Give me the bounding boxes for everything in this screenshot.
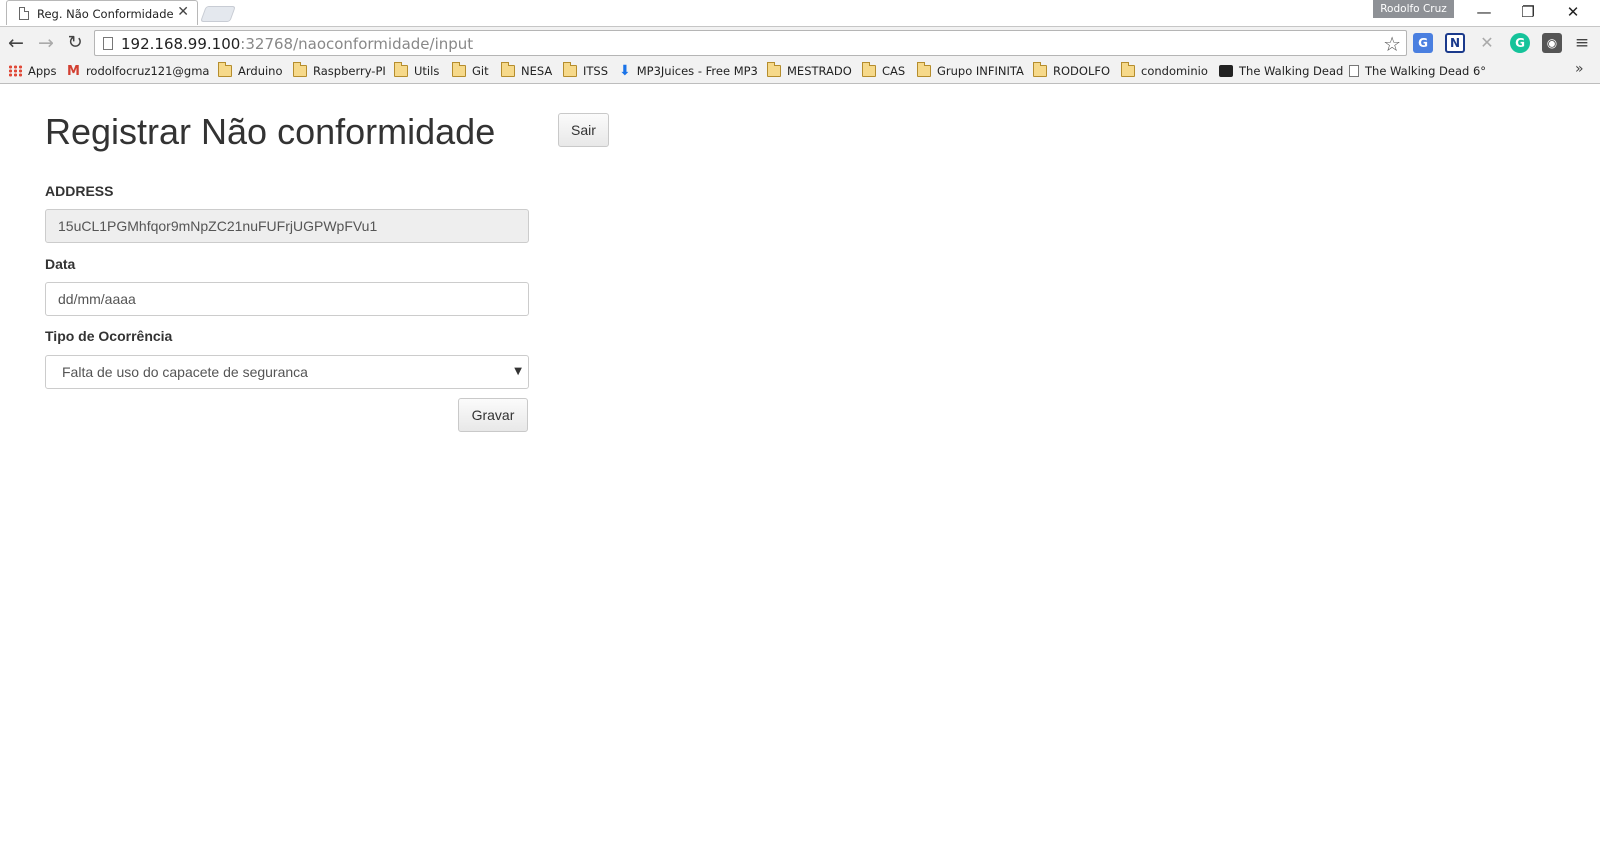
bookmark-gmail[interactable]: Mrodolfocruz121@gma (67, 63, 209, 79)
bookmark-label: Arduino (238, 64, 283, 78)
bookmark-apps[interactable]: Apps (8, 63, 56, 79)
hamburger-menu-icon[interactable]: ≡ (1572, 33, 1592, 53)
bookmark-condominio[interactable]: condominio (1121, 62, 1208, 79)
folder-icon (862, 62, 876, 77)
bookmark-label: Apps (28, 64, 57, 78)
star-icon[interactable]: ☆ (1383, 32, 1401, 56)
browser-titlebar: Reg. Não Conformidade ✕ Rodolfo Cruz — ❐… (0, 0, 1600, 26)
x-extension-icon[interactable]: ✕ (1477, 33, 1497, 53)
tipo-ocorrencia-label: Tipo de Ocorrência (45, 328, 173, 344)
browser-toolbar: ← → ↻ 192.168.99.100:32768/naoconformida… (0, 26, 1600, 58)
bookmark-mp3juices[interactable]: ⬇ MP3Juices - Free MP3 (619, 63, 758, 79)
url-host: 192.168.99.100 (121, 35, 241, 53)
bookmark-label: NESA (521, 64, 553, 78)
bookmark-label: RODOLFO (1053, 64, 1111, 78)
page-title: Registrar Não conformidade (45, 111, 496, 152)
bookmark-arduino[interactable]: Arduino (218, 62, 283, 79)
page-icon (19, 7, 29, 20)
bookmark-raspberry[interactable]: Raspberry-PI (293, 62, 386, 79)
data-field[interactable]: dd/mm/aaaa (45, 282, 529, 316)
data-label: Data (45, 256, 76, 272)
page-icon (103, 37, 113, 50)
gmail-icon: M (67, 63, 80, 79)
restore-button[interactable]: ❐ (1508, 2, 1548, 22)
address-label: ADDRESS (45, 183, 114, 199)
page-content: Registrar Não conformidade Sair ADDRESS … (0, 84, 1600, 860)
address-field[interactable]: 15uCL1PGMhfqor9mNpZC21nuFUFrjUGPWpFVu1 (45, 209, 529, 243)
bookmark-label: CAS (882, 64, 906, 78)
folder-icon (1121, 62, 1135, 77)
minimize-button[interactable]: — (1464, 2, 1504, 22)
heart-icon (1219, 65, 1233, 77)
folder-icon (293, 62, 307, 77)
bookmark-label: MP3Juices - Free MP3 (636, 64, 758, 78)
url-text[interactable]: 192.168.99.100:32768/naoconformidade/inp… (121, 35, 473, 53)
gravar-button[interactable]: Gravar (458, 398, 528, 432)
address-bar[interactable]: 192.168.99.100:32768/naoconformidade/inp… (94, 30, 1407, 56)
translate-extension-icon[interactable]: G (1413, 33, 1433, 53)
bookmark-label: condominio (1141, 64, 1208, 78)
browser-tab[interactable]: Reg. Não Conformidade ✕ (6, 0, 198, 25)
bookmark-grupo-infinita[interactable]: Grupo INFINITA (917, 62, 1024, 79)
bookmark-label: Raspberry-PI (313, 64, 386, 78)
grammarly-extension-icon[interactable]: G (1510, 33, 1530, 53)
bookmark-walking-dead-6[interactable]: The Walking Dead 6° (1349, 63, 1486, 79)
download-icon: ⬇ (619, 63, 631, 79)
bookmark-mestrado[interactable]: MESTRADO (767, 62, 852, 79)
bookmark-label: ITSS (583, 64, 609, 78)
bookmark-git[interactable]: Git (452, 62, 489, 79)
folder-icon (563, 62, 577, 77)
bookmark-itss[interactable]: ITSS (563, 62, 609, 79)
bookmark-label: Grupo INFINITA (937, 64, 1024, 78)
url-path: :32768/naoconformidade/input (240, 35, 474, 53)
tab-close-icon[interactable]: ✕ (177, 4, 189, 20)
apps-icon (8, 65, 22, 77)
bookmark-utils[interactable]: Utils (394, 62, 440, 79)
bookmark-label: MESTRADO (787, 64, 852, 78)
folder-icon (1033, 62, 1047, 77)
bookmark-walking-dead[interactable]: The Walking Dead (1219, 63, 1343, 79)
bookmark-rodolfo[interactable]: RODOLFO (1033, 62, 1111, 79)
bookmark-cas[interactable]: CAS (862, 62, 906, 79)
bookmark-label: The Walking Dead 6° (1365, 64, 1487, 78)
bulb-extension-icon[interactable]: ◉ (1542, 33, 1562, 53)
select-value: Falta de uso do capacete de seguranca (62, 364, 308, 380)
sair-button[interactable]: Sair (558, 113, 609, 147)
chevron-down-icon: ▼ (514, 366, 522, 377)
forward-icon[interactable]: → (35, 32, 57, 54)
folder-icon (767, 62, 781, 77)
back-icon[interactable]: ← (5, 32, 27, 54)
bookmark-label: Utils (414, 64, 440, 78)
tipo-ocorrencia-select[interactable]: Falta de uso do capacete de seguranca ▼ (45, 355, 529, 389)
profile-badge[interactable]: Rodolfo Cruz (1373, 0, 1454, 18)
folder-icon (501, 62, 515, 77)
bookmarks-overflow-icon[interactable]: » (1575, 61, 1584, 77)
folder-icon (218, 62, 232, 77)
bookmark-label: rodolfocruz121@gma (85, 64, 210, 78)
folder-icon (394, 62, 408, 77)
folder-icon (917, 62, 931, 77)
new-tab-button[interactable] (200, 6, 236, 22)
tab-title: Reg. Não Conformidade (37, 7, 174, 21)
bookmark-label: Git (472, 64, 489, 78)
reload-icon[interactable]: ↻ (64, 32, 86, 54)
bookmark-nesa[interactable]: NESA (501, 62, 553, 79)
bookmark-label: The Walking Dead (1239, 64, 1344, 78)
bookmarks-bar: Apps Mrodolfocruz121@gma Arduino Raspber… (0, 58, 1600, 84)
page-icon (1349, 65, 1359, 77)
folder-icon (452, 62, 466, 77)
close-window-button[interactable]: ✕ (1553, 2, 1593, 22)
n-extension-icon[interactable]: N (1445, 33, 1465, 53)
